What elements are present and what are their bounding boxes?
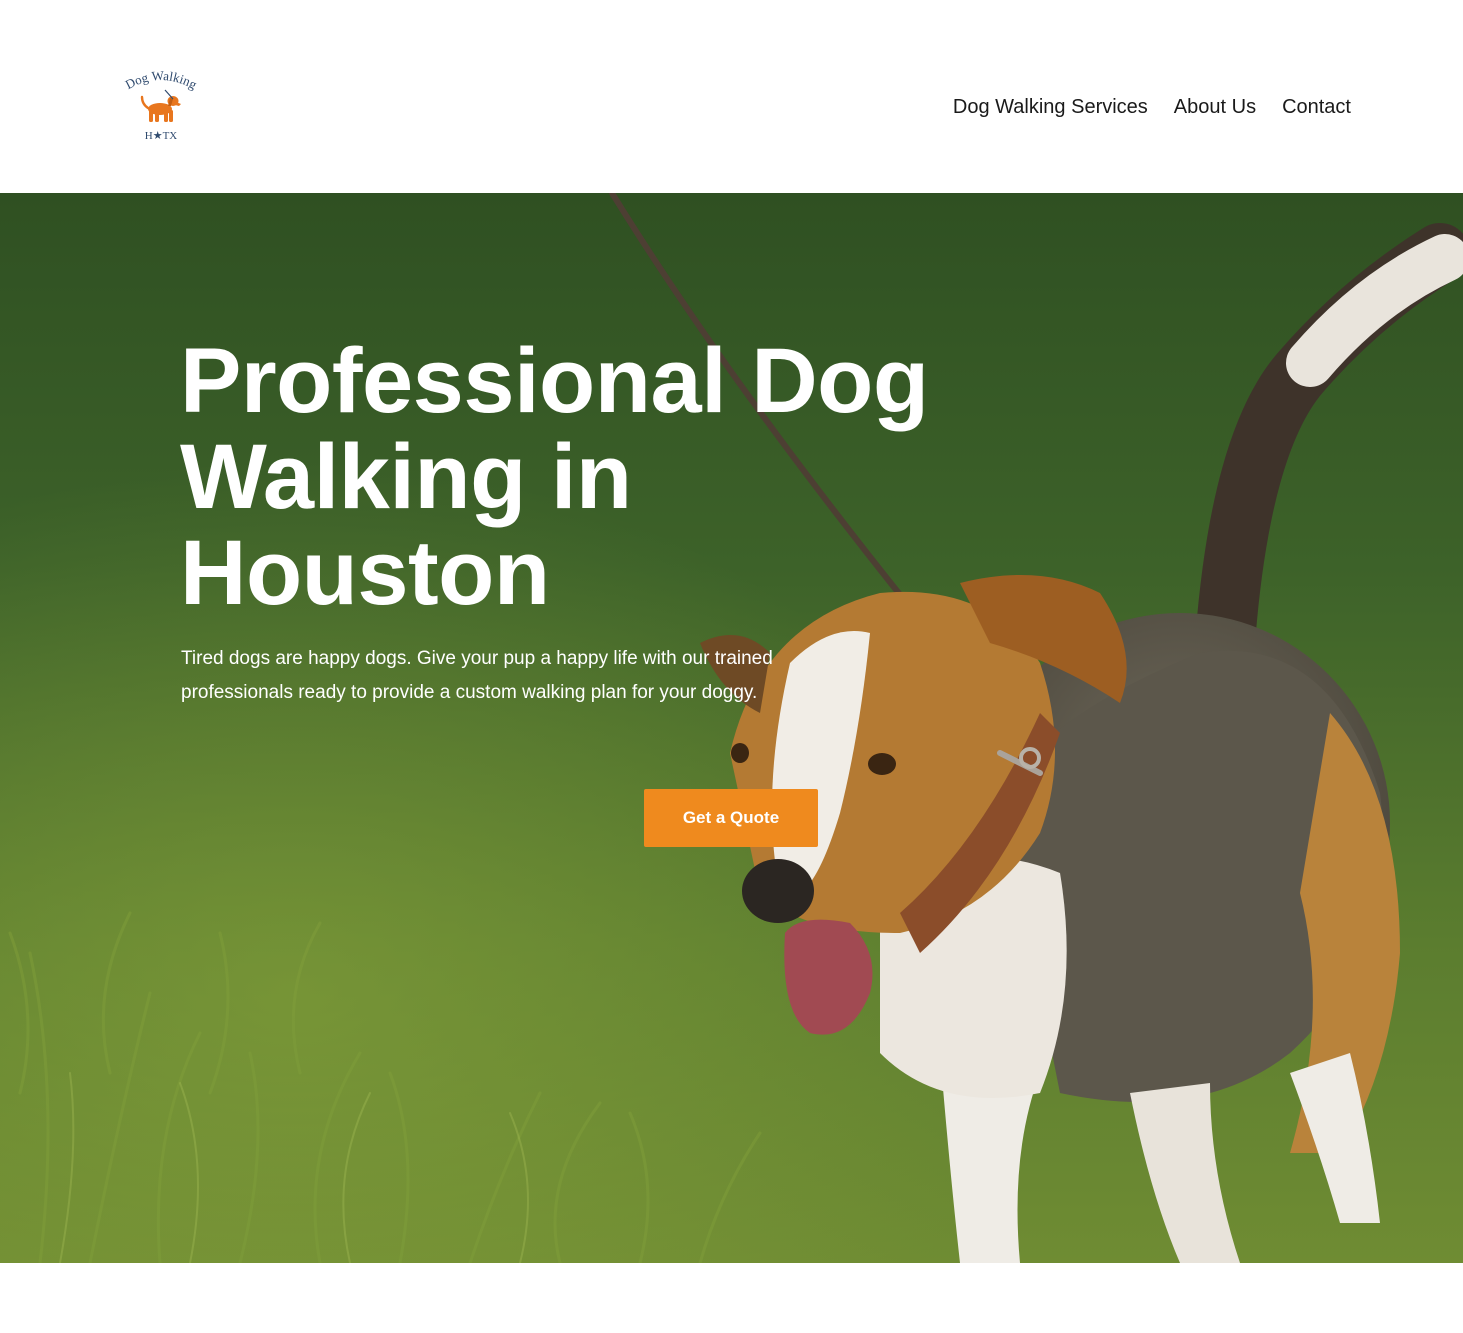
hero-title: Professional Dog Walking in Houston <box>180 330 929 624</box>
site-header: Dog Walking H★TX Dog Walking Services Ab… <box>0 0 1463 193</box>
nav-item-contact[interactable]: Contact <box>1282 94 1351 120</box>
site-logo[interactable]: Dog Walking H★TX <box>118 64 204 146</box>
nav-item-about-us[interactable]: About Us <box>1174 94 1256 120</box>
next-section <box>0 1263 1463 1333</box>
dog-walking-htx-logo: Dog Walking H★TX <box>123 68 200 142</box>
logo-top-text: Dog Walking <box>123 68 200 93</box>
get-a-quote-button[interactable]: Get a Quote <box>644 789 818 847</box>
nav-item-dog-walking-services[interactable]: Dog Walking Services <box>953 94 1148 120</box>
svg-text:Dog Walking: Dog Walking <box>123 68 200 93</box>
dog-icon <box>140 95 181 122</box>
hero-section: Professional Dog Walking in Houston Tire… <box>0 193 1463 1263</box>
logo-bottom-text: H★TX <box>145 130 178 142</box>
hero-subtitle: Tired dogs are happy dogs. Give your pup… <box>181 648 773 703</box>
main-nav: Dog Walking Services About Us Contact <box>953 94 1351 120</box>
